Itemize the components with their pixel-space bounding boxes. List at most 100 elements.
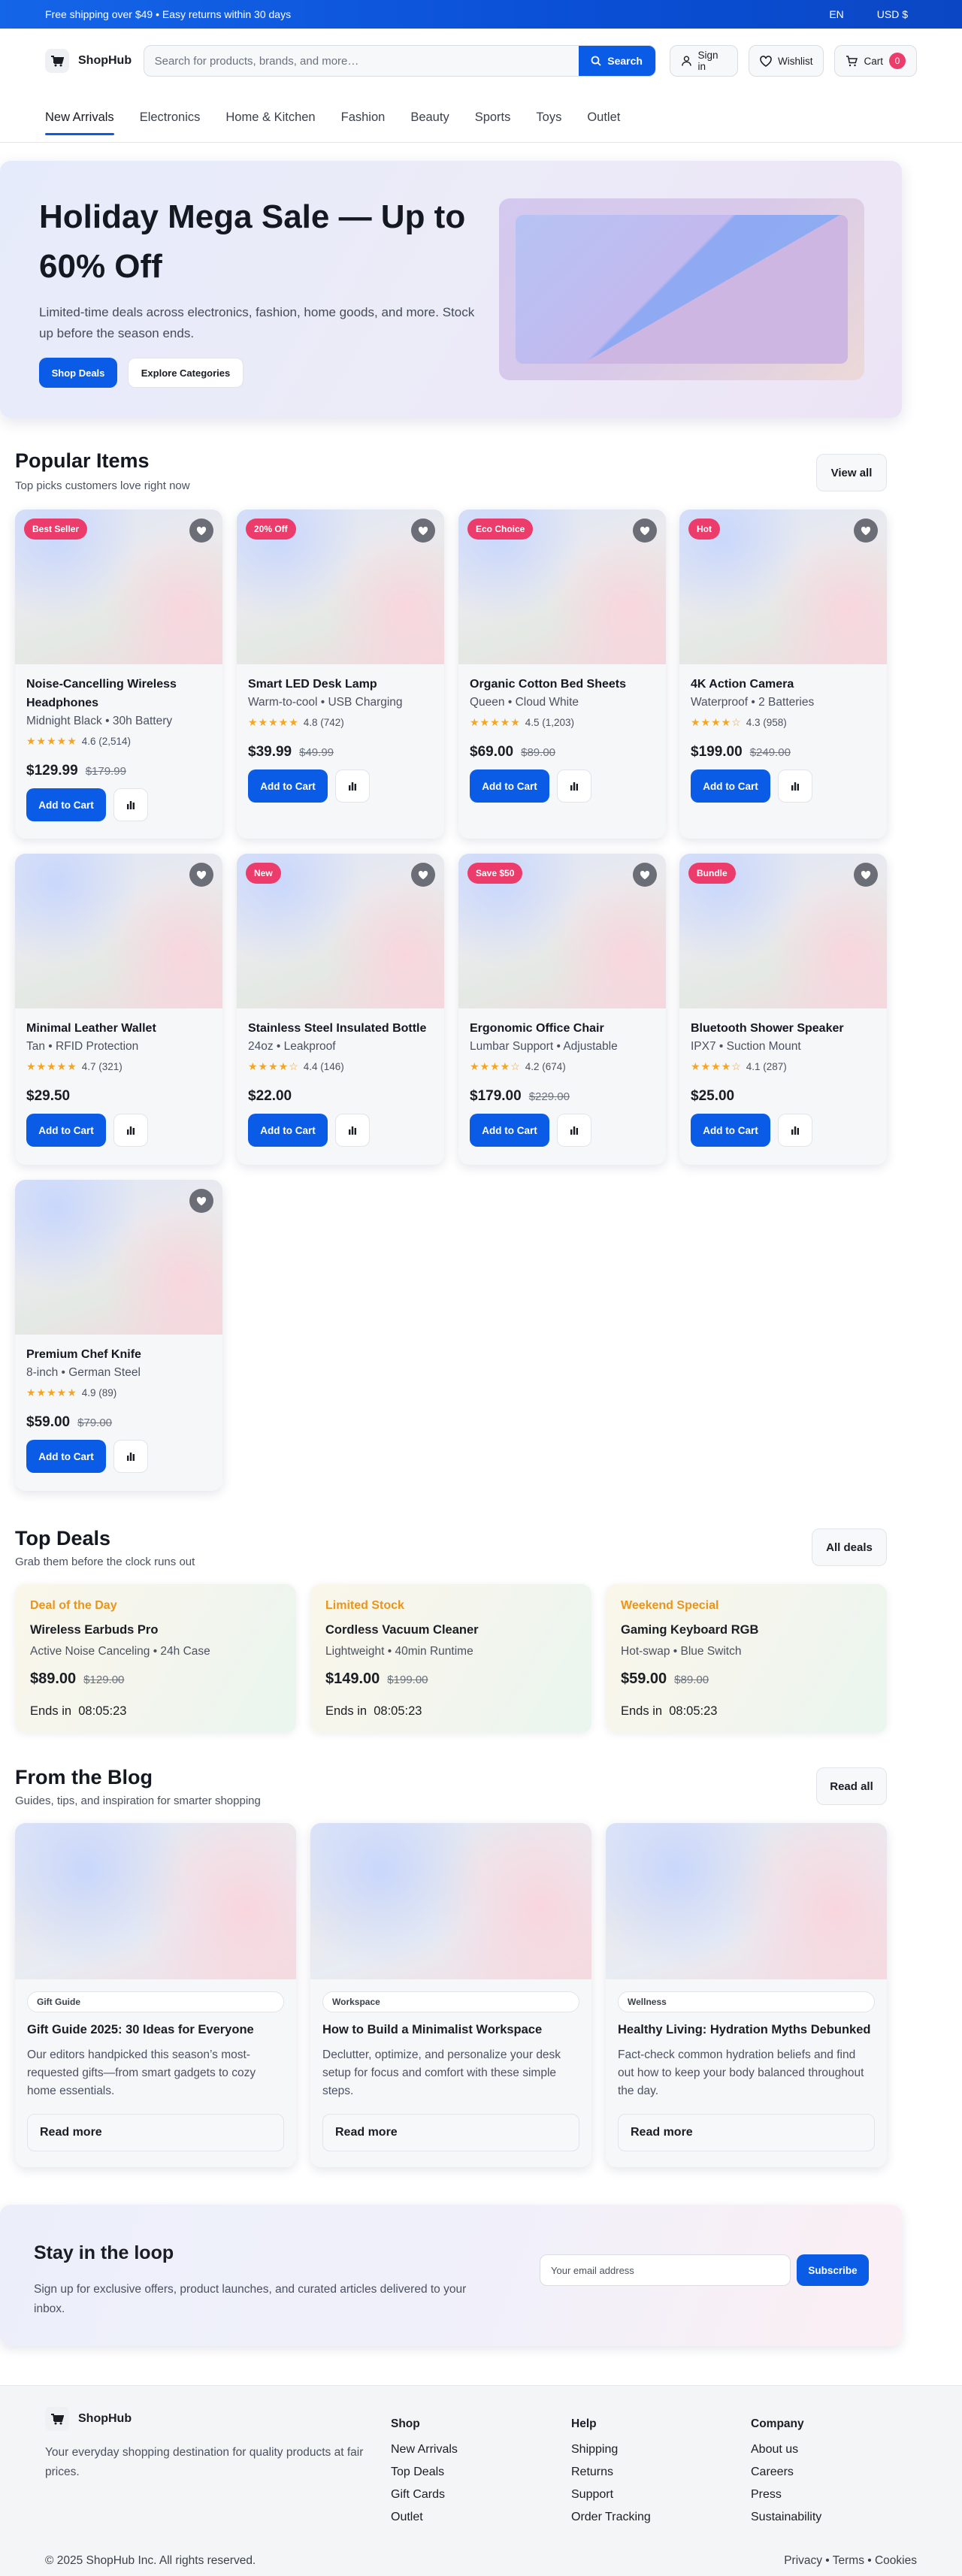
compare-chart-icon[interactable] [113, 1440, 148, 1473]
nav-new-arrivals[interactable]: New Arrivals [45, 93, 114, 143]
product-name[interactable]: Noise-Cancelling Wireless Headphones [26, 675, 211, 712]
wishlist-heart-icon[interactable] [854, 863, 878, 887]
read-more-button[interactable]: Read more [27, 2114, 284, 2151]
nav-sports[interactable]: Sports [475, 93, 511, 143]
footer-logo[interactable]: ShopHub [45, 2407, 132, 2431]
product-image[interactable] [15, 854, 222, 1008]
deal-card[interactable]: Weekend Special Gaming Keyboard RGB Hot-… [606, 1584, 887, 1733]
read-all-button[interactable]: Read all [816, 1767, 887, 1805]
add-to-cart-button[interactable]: Add to Cart [26, 1440, 106, 1473]
product-name[interactable]: Organic Cotton Bed Sheets [470, 675, 655, 694]
add-to-cart-button[interactable]: Add to Cart [691, 1114, 770, 1147]
currency-selector[interactable]: USD $ [877, 8, 908, 20]
subscribe-button[interactable]: Subscribe [797, 2254, 869, 2286]
product-image[interactable]: Best Seller [15, 509, 222, 664]
product-name[interactable]: Stainless Steel Insulated Bottle [248, 1019, 433, 1038]
legal-links[interactable]: Privacy • Terms • Cookies [784, 2554, 917, 2568]
all-deals-button[interactable]: All deals [812, 1528, 887, 1566]
compare-chart-icon[interactable] [335, 769, 370, 803]
product-card[interactable]: Save $50 Ergonomic Office Chair Lumbar Sup… [458, 854, 666, 1165]
add-to-cart-button[interactable]: Add to Cart [691, 769, 770, 803]
product-card[interactable]: Hot 4K Action Camera Waterproof • 2 Batter… [679, 509, 887, 839]
product-name[interactable]: Bluetooth Shower Speaker [691, 1019, 876, 1038]
compare-chart-icon[interactable] [778, 1114, 812, 1147]
footer-link[interactable]: Top Deals [391, 2461, 458, 2484]
product-image[interactable]: 20% Off [237, 509, 444, 664]
view-all-button[interactable]: View all [816, 454, 887, 491]
newsletter-email-input[interactable] [540, 2254, 791, 2286]
blog-card[interactable]: Workspace How to Build a Minimalist Work… [310, 1823, 591, 2167]
footer-link[interactable]: Order Tracking [571, 2506, 651, 2529]
blog-title[interactable]: Healthy Living: Hydration Myths Debunked [618, 2023, 875, 2037]
product-card[interactable]: Premium Chef Knife 8-inch • German Steel ★… [15, 1180, 222, 1491]
product-name[interactable]: Minimal Leather Wallet [26, 1019, 211, 1038]
product-card[interactable]: New Stainless Steel Insulated Bottle 24oz … [237, 854, 444, 1165]
footer-link[interactable]: Press [751, 2484, 821, 2506]
product-name[interactable]: 4K Action Camera [691, 675, 876, 694]
product-image[interactable]: Save $50 [458, 854, 666, 1008]
product-name[interactable]: Premium Chef Knife [26, 1345, 211, 1364]
product-card[interactable]: Minimal Leather Wallet Tan • RFID Protect… [15, 854, 222, 1165]
deal-card[interactable]: Deal of the Day Wireless Earbuds Pro Act… [15, 1584, 296, 1733]
footer-link[interactable]: Sustainability [751, 2506, 821, 2529]
logo[interactable]: ShopHub [45, 49, 133, 73]
footer-link[interactable]: Careers [751, 2461, 821, 2484]
nav-outlet[interactable]: Outlet [587, 93, 620, 143]
nav-electronics[interactable]: Electronics [140, 93, 201, 143]
compare-chart-icon[interactable] [335, 1114, 370, 1147]
compare-chart-icon[interactable] [557, 769, 591, 803]
cart-button[interactable]: Cart 0 [834, 45, 917, 77]
read-more-button[interactable]: Read more [322, 2114, 579, 2151]
product-card[interactable]: Eco Choice Organic Cotton Bed Sheets Queen… [458, 509, 666, 839]
footer-link[interactable]: New Arrivals [391, 2438, 458, 2461]
wishlist-heart-icon[interactable] [633, 519, 657, 543]
footer-link[interactable]: Shipping [571, 2438, 651, 2461]
wishlist-button[interactable]: Wishlist [748, 45, 824, 77]
add-to-cart-button[interactable]: Add to Cart [248, 1114, 328, 1147]
footer-link[interactable]: Returns [571, 2461, 651, 2484]
product-card[interactable]: 20% Off Smart LED Desk Lamp Warm-to-cool •… [237, 509, 444, 839]
search-button[interactable]: Search [578, 46, 655, 76]
compare-chart-icon[interactable] [557, 1114, 591, 1147]
wishlist-heart-icon[interactable] [411, 519, 435, 543]
add-to-cart-button[interactable]: Add to Cart [26, 788, 106, 821]
add-to-cart-button[interactable]: Add to Cart [26, 1114, 106, 1147]
product-name[interactable]: Ergonomic Office Chair [470, 1019, 655, 1038]
footer-link[interactable]: About us [751, 2438, 821, 2461]
wishlist-heart-icon[interactable] [854, 519, 878, 543]
product-image[interactable]: New [237, 854, 444, 1008]
nav-beauty[interactable]: Beauty [410, 93, 449, 143]
blog-title[interactable]: Gift Guide 2025: 30 Ideas for Everyone [27, 2023, 284, 2037]
sign-in-button[interactable]: Sign in [669, 45, 738, 77]
wishlist-heart-icon[interactable] [411, 863, 435, 887]
product-name[interactable]: Smart LED Desk Lamp [248, 675, 433, 694]
compare-chart-icon[interactable] [778, 769, 812, 803]
wishlist-heart-icon[interactable] [189, 1189, 213, 1213]
language-selector[interactable]: EN [829, 8, 843, 20]
wishlist-heart-icon[interactable] [189, 863, 213, 887]
product-image[interactable]: Bundle [679, 854, 887, 1008]
compare-chart-icon[interactable] [113, 788, 148, 821]
shop-deals-button[interactable]: Shop Deals [39, 358, 117, 388]
explore-categories-button[interactable]: Explore Categories [128, 358, 244, 388]
product-card[interactable]: Best Seller Noise-Cancelling Wireless Hea… [15, 509, 222, 839]
wishlist-heart-icon[interactable] [189, 519, 213, 543]
footer-link[interactable]: Outlet [391, 2506, 458, 2529]
footer-link[interactable]: Support [571, 2484, 651, 2506]
product-image[interactable] [15, 1180, 222, 1335]
nav-fashion[interactable]: Fashion [341, 93, 386, 143]
nav-home-kitchen[interactable]: Home & Kitchen [225, 93, 315, 143]
product-image[interactable]: Eco Choice [458, 509, 666, 664]
search-input[interactable] [144, 46, 579, 76]
add-to-cart-button[interactable]: Add to Cart [248, 769, 328, 803]
footer-link[interactable]: Gift Cards [391, 2484, 458, 2506]
compare-chart-icon[interactable] [113, 1114, 148, 1147]
blog-card[interactable]: Wellness Healthy Living: Hydration Myths… [606, 1823, 887, 2167]
blog-card[interactable]: Gift Guide Gift Guide 2025: 30 Ideas for… [15, 1823, 296, 2167]
add-to-cart-button[interactable]: Add to Cart [470, 1114, 549, 1147]
product-card[interactable]: Bundle Bluetooth Shower Speaker IPX7 • Suc… [679, 854, 887, 1165]
blog-title[interactable]: How to Build a Minimalist Workspace [322, 2023, 579, 2037]
nav-toys[interactable]: Toys [536, 93, 561, 143]
add-to-cart-button[interactable]: Add to Cart [470, 769, 549, 803]
product-image[interactable]: Hot [679, 509, 887, 664]
